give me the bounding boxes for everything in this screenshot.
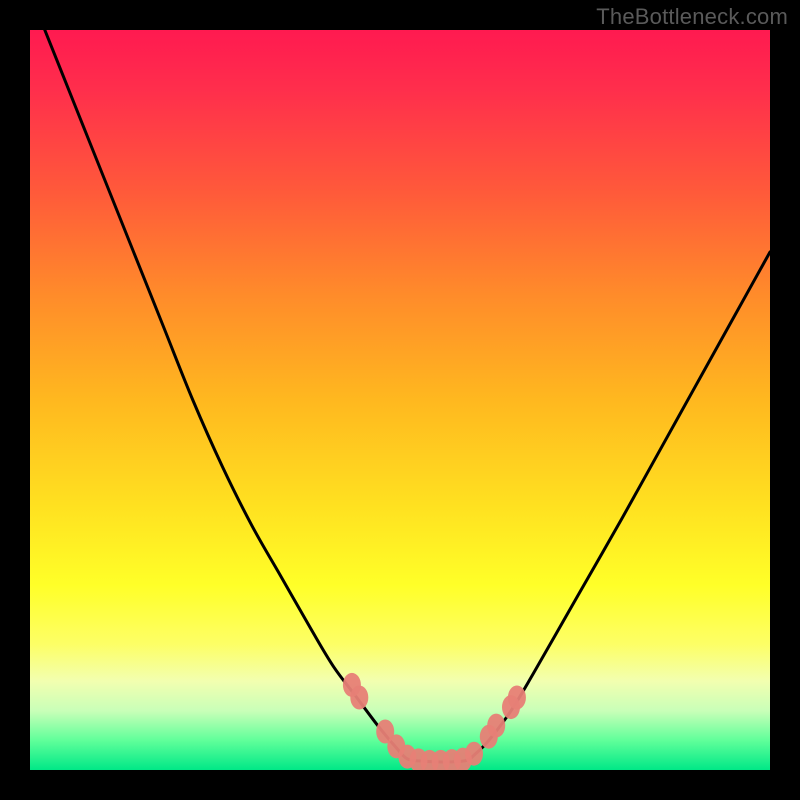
marker-dot bbox=[487, 714, 505, 738]
watermark-text: TheBottleneck.com bbox=[596, 4, 788, 30]
marker-dot bbox=[350, 685, 368, 709]
curve-overlay bbox=[30, 30, 770, 770]
marker-dot bbox=[465, 742, 483, 766]
bottleneck-curve bbox=[45, 30, 770, 762]
plot-area bbox=[30, 30, 770, 770]
marker-dot bbox=[508, 685, 526, 709]
chart-frame: TheBottleneck.com bbox=[0, 0, 800, 800]
